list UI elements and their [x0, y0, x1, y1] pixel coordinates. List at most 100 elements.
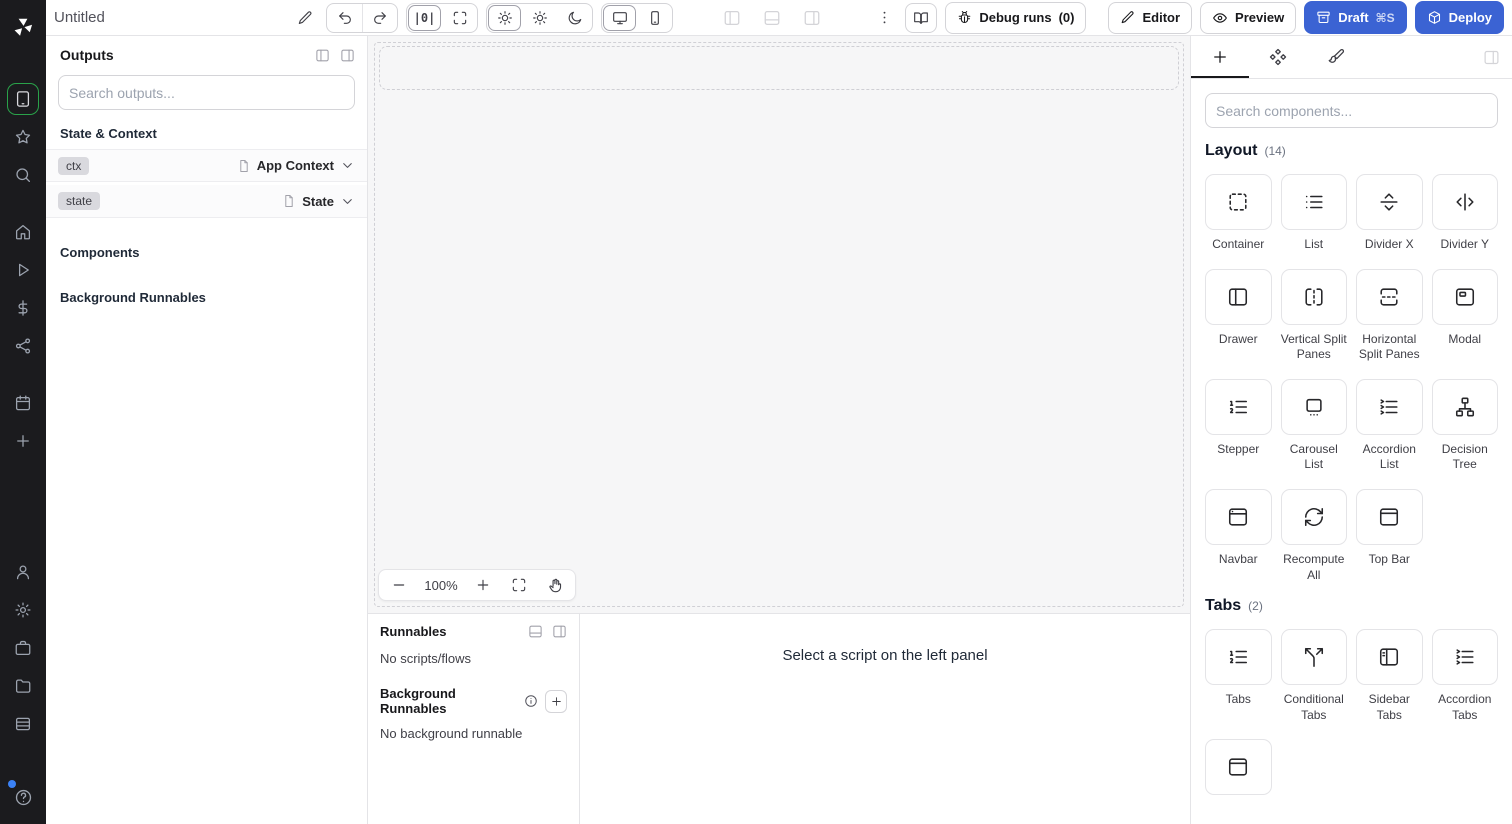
component-card-navbar[interactable] [1205, 488, 1272, 545]
add-background-runnable-button[interactable] [545, 689, 567, 713]
component-card-drawer[interactable] [1205, 268, 1272, 325]
theme-system-button[interactable] [522, 4, 557, 32]
component-card-carousel-list[interactable] [1280, 378, 1347, 435]
fit-view-button[interactable] [501, 570, 537, 600]
preview-button[interactable]: Preview [1200, 1, 1297, 34]
editor-button[interactable]: Editor [1108, 1, 1193, 34]
zoom-in-button[interactable] [465, 570, 501, 600]
app-title: Untitled [54, 9, 105, 26]
panel-toggle-group [719, 5, 825, 31]
rail-item-folders[interactable] [7, 670, 39, 702]
panel-right-icon[interactable] [340, 48, 355, 63]
component-label: Modal [1448, 331, 1482, 346]
component-card-divider-y[interactable] [1431, 174, 1498, 230]
toggle-bottom-panel-icon[interactable] [759, 5, 785, 31]
debug-runs-count: (0) [1058, 10, 1075, 25]
rail-item-variables[interactable] [7, 292, 39, 324]
tab-component-settings[interactable] [1249, 36, 1307, 78]
tabs-icon [1227, 646, 1249, 668]
component-label: Vertical Split Panes [1280, 331, 1347, 362]
component-card-stepper[interactable] [1205, 378, 1272, 435]
component-card-tabs[interactable] [1205, 629, 1272, 686]
canvas-drop-zone[interactable] [379, 46, 1179, 90]
draft-button[interactable]: Draft ⌘S [1304, 1, 1407, 34]
app-canvas[interactable]: 100% [368, 36, 1190, 613]
component-card-accordion-list[interactable] [1356, 378, 1423, 435]
state-badge: state [58, 192, 101, 210]
pan-tool-button[interactable] [537, 570, 573, 600]
toggle-right-panel-icon[interactable] [799, 5, 825, 31]
debug-runs-button[interactable]: Debug runs (0) [945, 1, 1087, 34]
drawer-icon [1227, 286, 1249, 308]
component-card-recompute-all[interactable] [1280, 488, 1347, 545]
panel-bottom-icon[interactable] [528, 624, 543, 639]
chevron-down-icon[interactable] [340, 158, 355, 173]
component-card-partial[interactable] [1205, 739, 1272, 796]
h-split-icon [1378, 286, 1400, 308]
ctx-row[interactable]: ctx App Context [46, 149, 367, 182]
state-row[interactable]: state State [46, 185, 367, 218]
panel-right-icon[interactable] [552, 624, 567, 639]
component-card-accordion-tabs[interactable] [1431, 629, 1498, 686]
theme-dark-button[interactable] [557, 4, 592, 32]
component-card-conditional-tabs[interactable] [1280, 629, 1347, 686]
rail-item-favorites[interactable] [7, 121, 39, 153]
panel-left-icon[interactable] [315, 48, 330, 63]
docs-button[interactable] [905, 2, 938, 33]
zoom-out-button[interactable] [381, 570, 417, 600]
ctx-value: App Context [256, 158, 334, 173]
component-item: Decision Tree [1431, 378, 1498, 473]
rail-item-apps[interactable] [7, 83, 39, 115]
no-background-text: No background runnable [380, 726, 523, 741]
component-item: Vertical Split Panes [1280, 268, 1347, 363]
component-card-divider-x[interactable] [1356, 174, 1423, 230]
rail-item-resources[interactable] [7, 330, 39, 362]
redo-button[interactable] [362, 3, 397, 32]
expand-canvas-button[interactable] [442, 4, 477, 32]
rail-item-settings[interactable] [7, 594, 39, 626]
v-split-icon [1303, 286, 1325, 308]
toggle-left-panel-icon[interactable] [719, 5, 745, 31]
rail-item-add[interactable] [7, 425, 39, 457]
component-label: Divider X [1364, 237, 1414, 251]
rail-item-runs[interactable] [7, 254, 39, 286]
navbar-icon [1227, 506, 1249, 528]
more-menu-button[interactable] [871, 5, 897, 31]
rail-item-home[interactable] [7, 216, 39, 248]
rail-item-schedules[interactable] [7, 387, 39, 419]
component-card-horizontal-split-panes[interactable] [1356, 268, 1423, 325]
rail-item-account[interactable] [7, 556, 39, 588]
reset-scale-button[interactable]: |0| [408, 4, 441, 31]
edit-title-button[interactable] [292, 5, 318, 31]
component-label: Divider Y [1440, 237, 1489, 251]
rail-item-workers[interactable] [7, 632, 39, 664]
desktop-view-button[interactable] [603, 4, 636, 31]
rail-item-search[interactable] [7, 159, 39, 191]
outputs-panel: Outputs State & Context ctx App Context [46, 36, 368, 824]
sidebar-icon [1378, 646, 1400, 668]
search-components-input[interactable] [1205, 93, 1498, 128]
search-outputs-input[interactable] [58, 75, 355, 110]
mobile-view-button[interactable] [637, 4, 672, 32]
canvas-scale-group: |0| [406, 2, 478, 33]
component-card-modal[interactable] [1431, 268, 1498, 325]
collapse-panel-icon[interactable] [1483, 36, 1512, 78]
accordion-icon [1378, 396, 1400, 418]
chevron-down-icon[interactable] [340, 194, 355, 209]
outputs-title: Outputs [60, 47, 114, 63]
component-card-vertical-split-panes[interactable] [1280, 268, 1347, 325]
rail-item-logs[interactable] [7, 708, 39, 740]
component-card-top-bar[interactable] [1356, 488, 1423, 545]
component-card-list[interactable] [1280, 174, 1347, 230]
no-scripts-text: No scripts/flows [380, 651, 472, 666]
theme-light-button[interactable] [488, 4, 521, 31]
deploy-button[interactable]: Deploy [1414, 1, 1505, 34]
undo-button[interactable] [327, 4, 362, 32]
component-item: Accordion List [1356, 378, 1423, 473]
component-card-container[interactable] [1205, 174, 1272, 230]
rail-item-help[interactable] [7, 780, 39, 813]
component-card-decision-tree[interactable] [1431, 378, 1498, 435]
tab-styling[interactable] [1307, 36, 1365, 78]
tab-insert-component[interactable] [1191, 36, 1249, 78]
component-card-sidebar-tabs[interactable] [1356, 629, 1423, 686]
